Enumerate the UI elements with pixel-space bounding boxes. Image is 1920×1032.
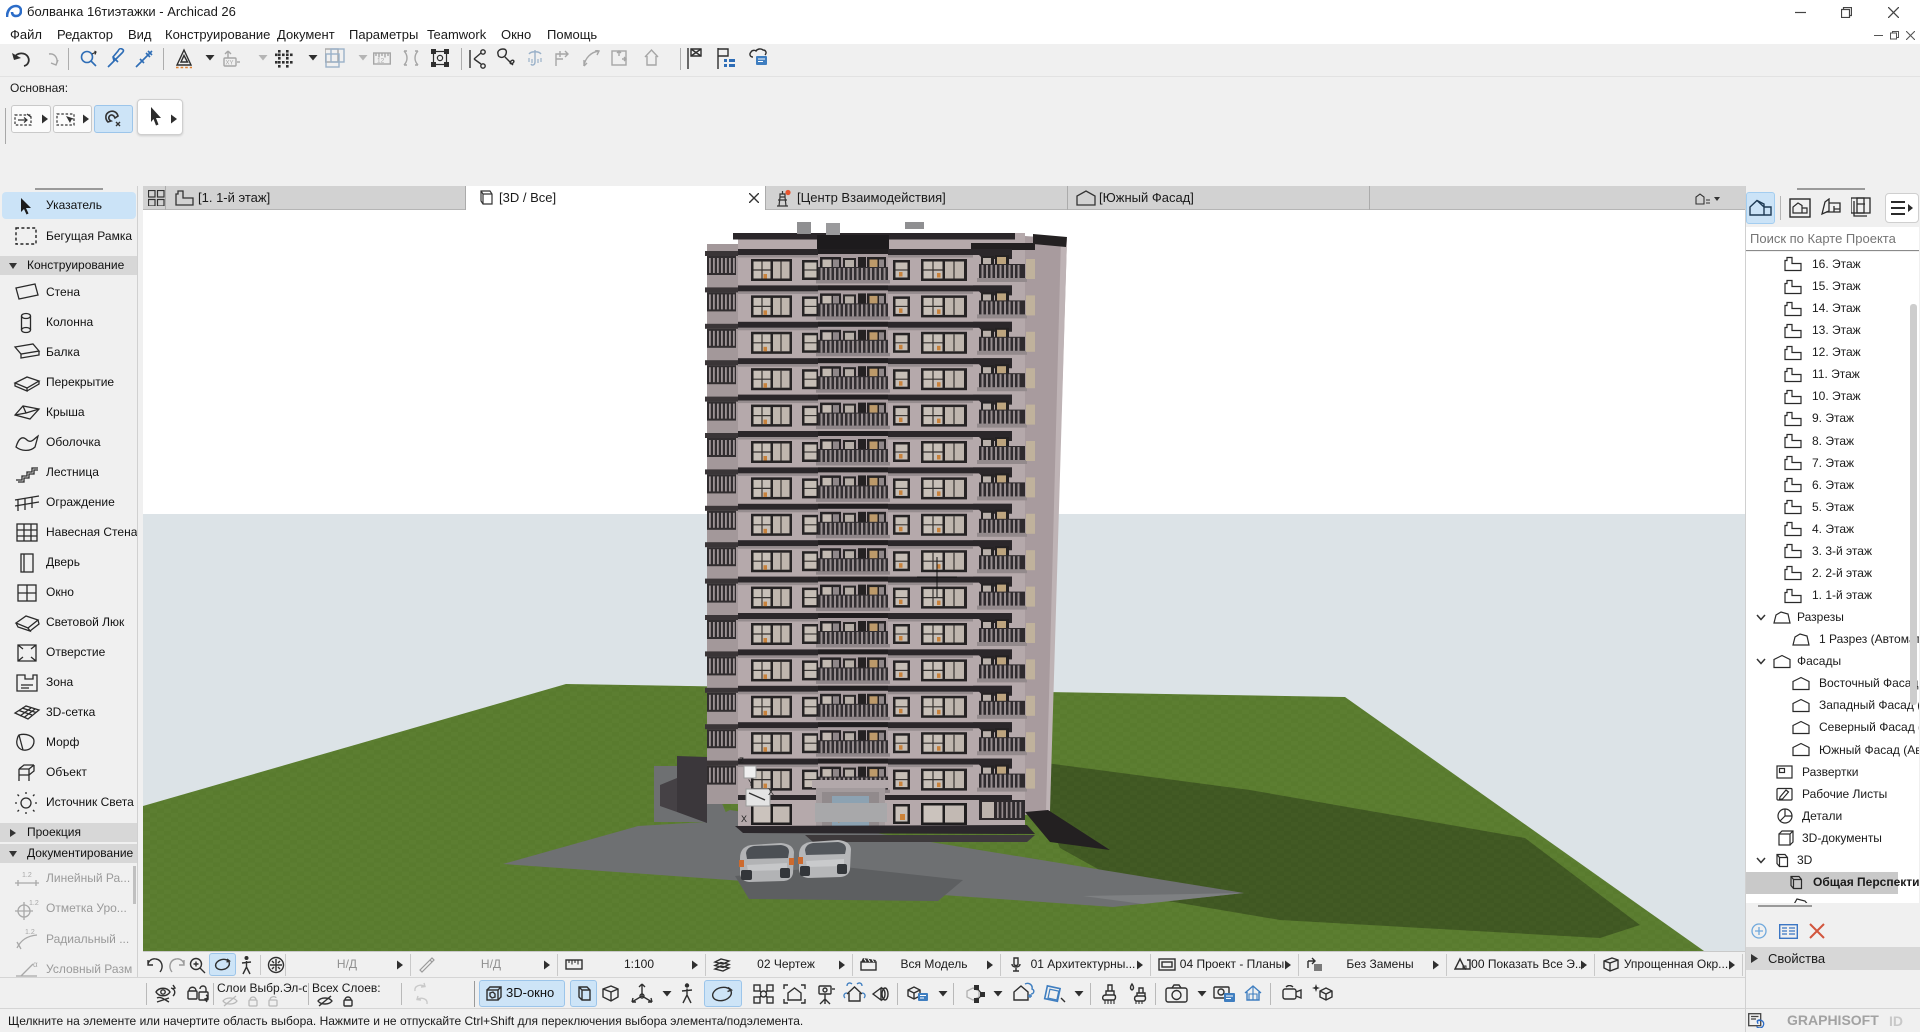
svg-text:12: 12 bbox=[377, 58, 385, 65]
svg-text:XY: XY bbox=[226, 61, 234, 67]
svg-text:1.2: 1.2 bbox=[29, 900, 39, 907]
svg-text:Y: Y bbox=[748, 778, 754, 788]
svg-text:α: α bbox=[33, 960, 38, 969]
svg-text:X: X bbox=[741, 814, 747, 824]
svg-text:1.2: 1.2 bbox=[25, 929, 35, 936]
svg-text:1.2: 1.2 bbox=[22, 872, 32, 879]
svg-text:z: z bbox=[739, 755, 744, 766]
svg-text:X: X bbox=[768, 787, 774, 797]
